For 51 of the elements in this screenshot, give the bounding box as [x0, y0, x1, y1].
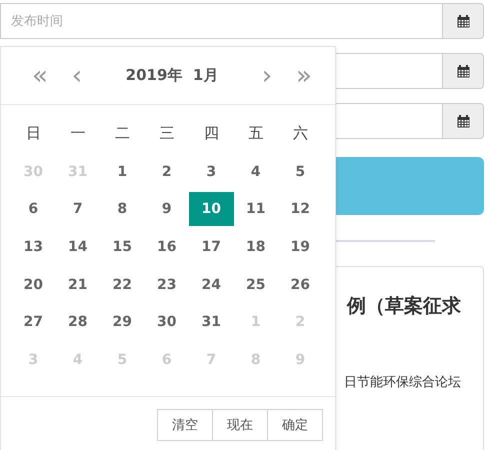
day-cell[interactable]: 21	[56, 268, 100, 302]
day-cell[interactable]: 19	[278, 230, 322, 264]
calendar-icon	[456, 14, 470, 28]
day-cell[interactable]: 4	[234, 154, 278, 188]
day-cell[interactable]: 1	[100, 154, 144, 188]
day-cell[interactable]: 3	[189, 154, 234, 188]
day-cell[interactable]: 28	[56, 305, 100, 340]
weekday-label: 一	[69, 123, 86, 144]
article-text: 日节能环保综合论坛	[344, 374, 461, 391]
day-cell[interactable]: 13	[11, 230, 56, 264]
date-field[interactable]: 发布时间	[0, 3, 442, 39]
day-cell[interactable]: 25	[234, 268, 278, 302]
weekday-label: 二	[114, 123, 131, 144]
day-cell[interactable]: 29	[100, 305, 144, 340]
calendar-addon[interactable]	[442, 53, 484, 89]
article-title: 例（草案征求	[347, 294, 461, 319]
day-cell[interactable]: 14	[56, 230, 100, 264]
day-cell[interactable]: 2	[144, 154, 189, 188]
day-cell[interactable]: 31	[189, 305, 234, 340]
day-cell[interactable]: 17	[189, 230, 234, 264]
footer-button[interactable]: 确定	[267, 409, 323, 441]
day-cell[interactable]: 23	[144, 268, 189, 302]
weekday-label: 五	[247, 123, 264, 144]
weekday-label: 四	[202, 123, 220, 144]
day-cell[interactable]: 11	[234, 192, 278, 226]
day-cell[interactable]: 18	[234, 230, 278, 264]
day-cell[interactable]: 20	[11, 268, 56, 302]
calendar-icon	[456, 64, 470, 78]
day-cell[interactable]: 22	[100, 268, 144, 302]
day-cell[interactable]: 8	[100, 192, 144, 226]
calendar-icon	[456, 114, 470, 128]
day-cell[interactable]: 7	[56, 192, 100, 226]
day-cell[interactable]: 24	[189, 268, 234, 302]
calendar-addon[interactable]	[442, 3, 484, 39]
year-month-title[interactable]: 2019年 1月	[97, 66, 247, 85]
day-cell[interactable]: 10	[189, 192, 234, 226]
day-cell[interactable]: 9	[144, 192, 189, 226]
footer-button[interactable]: 清空	[157, 409, 213, 441]
day-cell[interactable]: 27	[11, 305, 56, 340]
day-cell[interactable]: 12	[278, 192, 322, 226]
day-cell[interactable]: 15	[100, 230, 144, 264]
day-cell[interactable]: 6	[11, 192, 56, 226]
day-cell[interactable]: 5	[278, 154, 322, 188]
calendar-addon[interactable]	[442, 103, 484, 139]
day-cell[interactable]: 16	[144, 230, 189, 264]
weekday-label: 日	[24, 123, 42, 144]
day-cell[interactable]: 26	[278, 268, 322, 302]
footer-button[interactable]: 现在	[212, 409, 268, 441]
weekday-label: 六	[292, 123, 309, 144]
day-cell[interactable]: 30	[144, 305, 189, 340]
weekday-label: 三	[158, 123, 176, 144]
